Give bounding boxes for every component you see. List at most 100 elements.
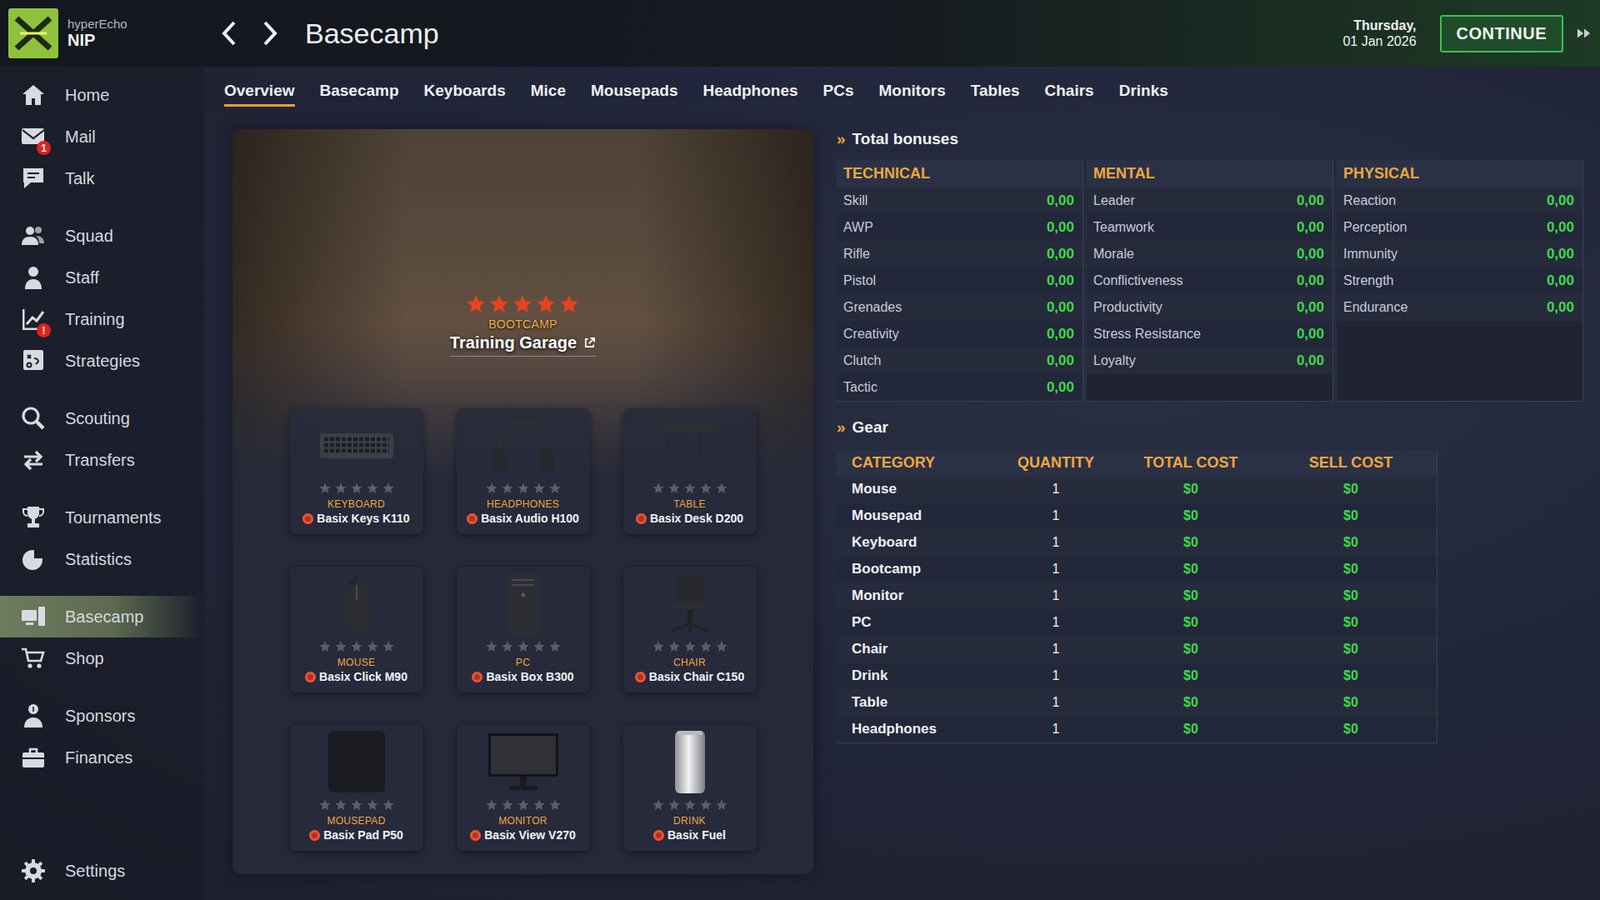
current-date: Thursday, 01 Jan 2026 xyxy=(1342,17,1416,50)
bonus-column: TECHNICAL Skill 0,00AWP 0,00Rifle 0,00Pi… xyxy=(836,160,1084,402)
brand-logo-icon xyxy=(466,513,478,525)
sidebar-item[interactable]: ! Training xyxy=(0,298,205,340)
star-icon xyxy=(715,481,729,495)
sidebar-item[interactable]: Sponsors xyxy=(0,695,205,737)
sidebar-item[interactable]: Shop xyxy=(0,637,205,680)
bonus-header: TECHNICAL xyxy=(836,160,1083,188)
star-icon xyxy=(488,293,510,315)
bonus-row: Grenades 0,00 xyxy=(836,294,1083,321)
staff-icon xyxy=(20,264,47,291)
bonus-row: Endurance 0,00 xyxy=(1336,294,1583,321)
bootcamp-panel: BOOTCAMP Training Garage KEYBOARD Basix … xyxy=(232,129,814,875)
tab[interactable]: Drinks xyxy=(1119,76,1169,107)
sidebar-item[interactable]: Tournaments xyxy=(0,496,205,539)
finances-icon xyxy=(20,744,47,771)
tab-bar: Overview Basecamp Keyboards Mice Mousepads He… xyxy=(224,76,1584,107)
sidebar-item[interactable]: Talk xyxy=(0,157,205,200)
tab[interactable]: PCs xyxy=(823,76,855,107)
sidebar-item[interactable]: Staff xyxy=(0,256,205,299)
fast-forward-icon[interactable] xyxy=(1576,26,1592,40)
sidebar-item[interactable]: Strategies xyxy=(0,340,205,382)
gear-stars xyxy=(651,481,729,495)
forward-arrow-icon[interactable] xyxy=(260,19,280,48)
table-row: Drink 1 $0 $0 xyxy=(836,662,1437,690)
gear-card[interactable]: HEADPHONES Basix Audio H100 xyxy=(456,408,590,535)
star-icon xyxy=(532,640,546,654)
gear-card[interactable]: PC Basix Box B300 xyxy=(456,566,590,693)
sidebar-group: Sponsors Finances xyxy=(0,695,205,779)
bonus-row: Leader 0,00 xyxy=(1086,187,1333,215)
team-brand[interactable]: hyperEcho NIP xyxy=(0,8,205,59)
tab[interactable]: Monitors xyxy=(879,76,946,107)
gear-stars xyxy=(318,798,395,812)
gear-category: PC xyxy=(515,656,530,669)
tab[interactable]: Tables xyxy=(970,76,1020,107)
tab[interactable]: Chairs xyxy=(1045,76,1095,107)
bootcamp-info[interactable]: BOOTCAMP Training Garage xyxy=(450,129,596,357)
gear-name: Basix Chair C150 xyxy=(635,670,745,684)
gear-stars xyxy=(485,481,562,495)
star-icon xyxy=(715,798,729,812)
star-icon xyxy=(334,640,348,654)
gear-category: CHAIR xyxy=(673,656,706,669)
bonus-row: Clutch 0,00 xyxy=(836,347,1083,375)
sidebar-item[interactable]: Basecamp xyxy=(0,595,205,638)
sidebar-item[interactable]: Transfers xyxy=(0,439,205,481)
tab[interactable]: Overview xyxy=(224,76,295,107)
bonus-row: Pistol 0,00 xyxy=(836,267,1083,295)
bonus-row: AWP 0,00 xyxy=(836,214,1083,241)
gear-card[interactable]: CHAIR Basix Chair C150 xyxy=(623,566,757,693)
gear-card[interactable]: KEYBOARD Basix Keys K110 xyxy=(290,408,424,535)
keyboard-icon xyxy=(315,411,399,479)
bonus-row: Creativity 0,00 xyxy=(836,320,1083,348)
table-row: Bootcamp 1 $0 $0 xyxy=(836,555,1437,583)
star-icon xyxy=(532,798,546,812)
brand-logo-icon xyxy=(471,671,483,683)
gear-name: Basix View V270 xyxy=(470,828,575,842)
gear-card[interactable]: TABLE Basix Desk D200 xyxy=(623,408,757,535)
gear-name: Basix Fuel xyxy=(653,828,726,842)
tab[interactable]: Keyboards xyxy=(424,76,506,107)
bonus-row: Teamwork 0,00 xyxy=(1086,214,1333,241)
brand-logo-icon xyxy=(470,830,481,841)
tab[interactable]: Mice xyxy=(530,76,566,107)
bonus-row: Skill 0,00 xyxy=(836,187,1083,215)
star-icon xyxy=(548,798,562,812)
star-icon xyxy=(516,481,530,495)
bonus-row: Strength 0,00 xyxy=(1336,267,1583,295)
sidebar-item[interactable]: Finances xyxy=(0,736,205,779)
gear-card[interactable]: DRINK Basix Fuel xyxy=(623,725,757,851)
tab[interactable]: Basecamp xyxy=(320,76,400,107)
table-icon xyxy=(648,411,732,479)
sidebar-item[interactable]: Settings xyxy=(0,850,205,892)
gear-card[interactable]: MOUSEPAD Basix Pad P50 xyxy=(290,725,424,851)
tab[interactable]: Mousepads xyxy=(590,76,679,107)
bonus-column: PHYSICAL Reaction 0,00Perception 0,00Imm… xyxy=(1336,160,1584,402)
sidebar-item[interactable]: Scouting xyxy=(0,397,205,440)
back-arrow-icon[interactable] xyxy=(220,19,239,48)
star-icon xyxy=(318,640,332,654)
bonus-header: PHYSICAL xyxy=(1336,160,1583,188)
team-name: NIP xyxy=(67,30,128,50)
basecamp-icon xyxy=(20,603,47,630)
sidebar-item[interactable]: Home xyxy=(0,74,205,116)
drink-icon xyxy=(648,728,732,795)
sidebar-item[interactable]: Statistics xyxy=(0,538,205,580)
app: hyperEcho NIP Basecamp Thursday, 01 Jan … xyxy=(0,0,1600,900)
page-nav: Basecamp xyxy=(204,17,440,50)
external-link-icon[interactable] xyxy=(583,336,596,350)
sidebar-item[interactable]: Squad xyxy=(0,215,205,257)
continue-button[interactable]: CONTINUE xyxy=(1440,15,1564,53)
tab[interactable]: Headphones xyxy=(703,76,799,107)
star-icon xyxy=(350,798,364,812)
bonus-column: MENTAL Leader 0,00Teamwork 0,00Morale 0,… xyxy=(1086,160,1334,402)
monitor-icon xyxy=(481,728,565,795)
gear-card[interactable]: MOUSE Basix Click M90 xyxy=(290,566,424,693)
statistics-icon xyxy=(20,545,47,573)
sidebar-item[interactable]: 1 Mail xyxy=(0,115,205,158)
star-icon xyxy=(651,640,665,654)
gear-table: CATEGORYQUANTITYTOTAL COSTSELL COST Mous… xyxy=(836,450,1438,744)
gear-category: DRINK xyxy=(673,815,706,827)
bonus-table: TECHNICAL Skill 0,00AWP 0,00Rifle 0,00Pi… xyxy=(836,160,1584,402)
gear-card[interactable]: MONITOR Basix View V270 xyxy=(456,725,590,851)
